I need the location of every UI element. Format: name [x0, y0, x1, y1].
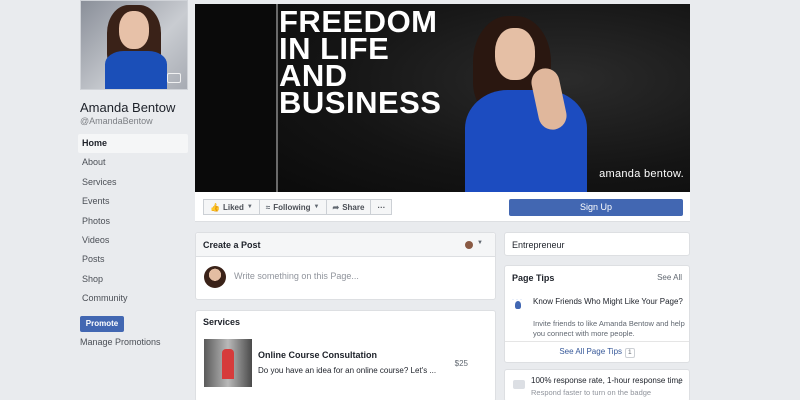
create-post-title: Create a Post	[196, 233, 495, 257]
liked-label: Liked	[222, 202, 244, 212]
service-price: $25	[454, 359, 468, 368]
page-tips-card: Page Tips See All ··· Know Friends Who M…	[504, 265, 690, 363]
liked-button[interactable]: 👍 Liked ▼	[203, 199, 260, 215]
chevron-down-icon[interactable]: ⌄	[676, 377, 683, 386]
cover-photo[interactable]: FREEDOM IN LIFE AND BUSINESS amanda bent…	[195, 4, 690, 192]
cover-woman-face	[495, 28, 535, 80]
divider	[505, 341, 689, 342]
page-category[interactable]: Entrepreneur	[512, 240, 565, 250]
chevron-down-icon[interactable]: ▼	[477, 240, 483, 246]
profile-face	[119, 11, 149, 49]
share-button[interactable]: ➦ Share	[325, 199, 372, 215]
page-tips-title: Page Tips	[512, 273, 555, 283]
cover-brand-text: amanda bentow.	[599, 168, 684, 180]
nav-item-home[interactable]: Home	[78, 134, 188, 154]
manage-promotions-link[interactable]: Manage Promotions	[80, 337, 161, 347]
action-button-group: 👍 Liked ▼ ≈ Following ▼ ➦ Share ···	[203, 199, 393, 215]
tip-heading[interactable]: Know Friends Who Might Like Your Page?	[533, 296, 683, 307]
following-label: Following	[273, 202, 311, 212]
nav-item-videos[interactable]: Videos	[78, 231, 188, 250]
response-rate-card[interactable]: 100% response rate, 1-hour response time…	[504, 369, 690, 400]
nav-item-posts[interactable]: Posts	[78, 250, 188, 269]
page-action-bar: 👍 Liked ▼ ≈ Following ▼ ➦ Share ··· Sign…	[195, 192, 690, 222]
more-icon: ···	[377, 202, 386, 212]
response-rate-text: 100% response rate, 1-hour response time	[531, 376, 683, 385]
post-composer-input[interactable]: Write something on this Page...	[234, 271, 359, 281]
service-thumbnail-person	[222, 349, 234, 379]
page-handle[interactable]: @AmandaBentow	[80, 116, 153, 126]
chevron-down-icon: ▼	[313, 204, 320, 210]
nav-item-photos[interactable]: Photos	[78, 212, 188, 231]
thumbs-up-icon: 👍	[210, 202, 220, 212]
service-thumbnail[interactable]	[204, 339, 252, 387]
chevron-down-icon: ▼	[246, 204, 253, 210]
category-card: Entrepreneur	[504, 232, 690, 256]
lightbulb-icon	[515, 301, 521, 309]
nav-item-services[interactable]: Services	[78, 173, 188, 192]
posting-as-avatar[interactable]	[465, 241, 473, 249]
tips-count-badge: 1	[625, 348, 635, 358]
cover-headline-line: BUSINESS	[279, 85, 442, 120]
left-nav: Home About Services Events Photos Videos…	[78, 134, 188, 309]
service-title[interactable]: Online Course Consultation	[258, 350, 377, 360]
cover-headline: FREEDOM IN LIFE AND BUSINESS	[279, 6, 479, 120]
services-title[interactable]: Services	[203, 317, 240, 327]
camera-icon[interactable]	[167, 73, 181, 83]
promote-button[interactable]: Promote	[80, 316, 124, 332]
share-label: Share	[342, 202, 365, 212]
more-options-button[interactable]: ···	[370, 199, 393, 215]
services-card: Services Online Course Consultation Do y…	[195, 310, 496, 400]
avatar	[204, 266, 226, 288]
service-description: Do you have an idea for an online course…	[258, 366, 437, 375]
tip-body: Invite friends to like Amanda Bentow and…	[533, 319, 685, 338]
following-button[interactable]: ≈ Following ▼	[258, 199, 327, 215]
see-all-page-tips-label: See All Page Tips	[559, 347, 623, 356]
share-arrow-icon: ➦	[332, 202, 340, 212]
nav-item-events[interactable]: Events	[78, 192, 188, 211]
response-rate-subtext: Respond faster to turn on the badge	[531, 388, 652, 397]
profile-body	[105, 51, 167, 89]
cover-left-panel	[195, 4, 276, 192]
profile-picture[interactable]	[80, 0, 188, 90]
rss-icon: ≈	[265, 202, 271, 212]
chat-bubble-icon	[513, 380, 525, 389]
cover-woman-dress	[465, 90, 587, 192]
nav-item-about[interactable]: About	[78, 153, 188, 172]
see-all-link[interactable]: See All	[657, 273, 682, 282]
nav-item-shop[interactable]: Shop	[78, 270, 188, 289]
nav-item-community[interactable]: Community	[78, 289, 188, 308]
see-all-page-tips-link[interactable]: See All Page Tips 1	[505, 347, 689, 358]
create-post-card: Create a Post ▼ Write something on this …	[195, 232, 496, 300]
page-name[interactable]: Amanda Bentow	[80, 100, 175, 115]
sign-up-button[interactable]: Sign Up	[509, 199, 683, 216]
